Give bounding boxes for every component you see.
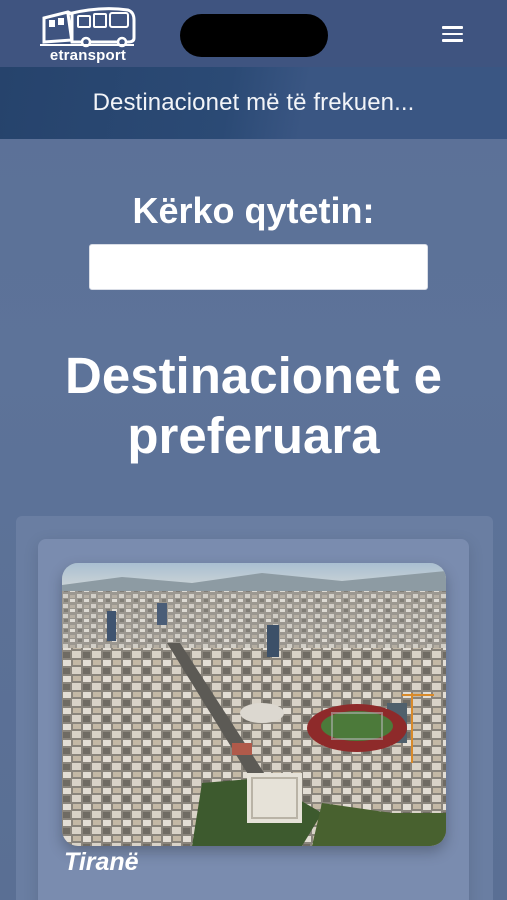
city-search-input[interactable] — [89, 244, 428, 290]
hamburger-menu-icon — [441, 32, 463, 36]
logo-text: etransport — [49, 47, 127, 64]
city-image-icon — [62, 563, 446, 846]
destination-city-name[interactable]: Tiranë — [64, 848, 139, 877]
hamburger-menu-icon — [441, 26, 463, 29]
top-navigation-bar: etransport — [0, 0, 507, 67]
frequent-destinations-banner[interactable]: Destinacionet më të frekuen... — [0, 67, 507, 139]
phone-notch — [180, 14, 328, 57]
menu-button[interactable] — [436, 22, 468, 46]
etransport-logo[interactable]: etransport — [38, 4, 136, 64]
search-label: Kërko qytetin: — [132, 190, 375, 231]
bus-icon — [40, 7, 136, 48]
hamburger-menu-icon — [441, 39, 463, 42]
section-title: Destinacionet e preferuara — [65, 347, 442, 464]
banner-text: Destinacionet më të frekuen... — [92, 89, 415, 116]
city-aerial-photo[interactable] — [62, 563, 446, 846]
